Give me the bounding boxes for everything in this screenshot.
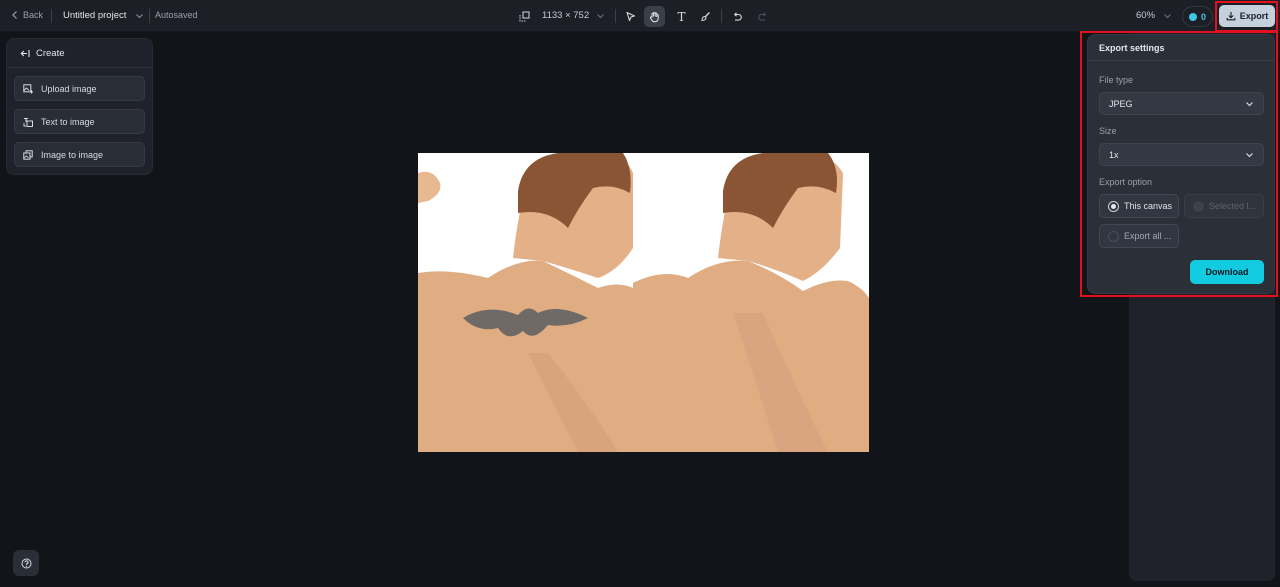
upload-image-label: Upload image xyxy=(41,83,97,94)
image-to-image-button[interactable]: Image to image xyxy=(14,142,145,167)
project-title-dropdown[interactable]: Untitled project xyxy=(63,10,144,21)
radio-unselected-icon xyxy=(1108,230,1119,242)
export-label: Export xyxy=(1239,11,1269,21)
right-side-panel xyxy=(1129,290,1275,581)
size-select[interactable]: 1x xyxy=(1099,143,1264,166)
text-tool-button[interactable]: T xyxy=(671,6,692,27)
resize-icon xyxy=(519,11,530,22)
image-to-image-label: Image to image xyxy=(41,149,104,160)
download-button[interactable]: Download xyxy=(1190,260,1264,284)
help-button[interactable] xyxy=(13,550,39,576)
create-panel-header[interactable]: Create xyxy=(7,39,152,68)
undo-icon xyxy=(732,11,743,22)
cursor-arrow-icon xyxy=(625,11,636,22)
export-option-label: Export option xyxy=(1099,177,1153,187)
image-to-image-icon xyxy=(23,149,33,160)
upload-image-button[interactable]: Upload image xyxy=(14,76,145,101)
chevron-down-icon xyxy=(596,12,605,20)
file-type-select[interactable]: JPEG xyxy=(1099,92,1264,115)
redo-icon xyxy=(757,11,768,22)
create-panel: Create Upload image Text to image Image … xyxy=(6,38,153,175)
radio-selected-icon xyxy=(1108,200,1119,212)
text-to-image-label: Text to image xyxy=(41,116,95,127)
text-icon: T xyxy=(677,9,686,24)
select-tool-button[interactable] xyxy=(620,6,641,27)
back-button[interactable]: Back xyxy=(11,10,43,20)
back-label: Back xyxy=(23,10,44,20)
undo-button[interactable] xyxy=(727,6,748,27)
option-export-all[interactable]: Export all ... xyxy=(1099,224,1179,248)
chevron-down-icon xyxy=(1245,100,1254,108)
canvas-size-dropdown[interactable]: 1133 × 752 xyxy=(542,10,605,21)
zoom-level: 60% xyxy=(1136,10,1156,21)
canvas-image[interactable] xyxy=(418,153,869,452)
hand-icon xyxy=(649,11,660,23)
help-icon xyxy=(21,558,32,569)
project-title: Untitled project xyxy=(63,10,127,21)
top-bar: Back Untitled project Autosaved 1133 × 7… xyxy=(0,0,1280,32)
export-settings-popover: Export settings File type JPEG Size 1x E… xyxy=(1087,34,1275,294)
credits-badge[interactable]: 0 xyxy=(1182,6,1213,27)
zoom-dropdown[interactable]: 60% xyxy=(1136,10,1172,21)
option-label: This canvas xyxy=(1124,201,1173,211)
credits-count: 0 xyxy=(1200,11,1206,22)
export-settings-title: Export settings xyxy=(1088,35,1274,61)
chevron-left-icon xyxy=(11,10,19,20)
resize-canvas-button[interactable] xyxy=(514,6,535,27)
redo-button[interactable] xyxy=(752,6,773,27)
chevron-down-icon xyxy=(135,12,144,20)
size-label: Size xyxy=(1099,126,1117,136)
before-after-photo xyxy=(418,153,869,452)
upload-image-icon xyxy=(23,83,33,94)
text-to-image-button[interactable]: Text to image xyxy=(14,109,145,134)
brush-icon xyxy=(700,11,711,22)
option-label: Export all ... xyxy=(1124,231,1172,241)
save-status: Autosaved xyxy=(155,10,198,20)
text-to-image-icon xyxy=(23,117,33,127)
export-button[interactable]: Export xyxy=(1219,5,1275,27)
radio-disabled-icon xyxy=(1193,200,1204,212)
size-value: 1x xyxy=(1109,149,1119,160)
file-type-label: File type xyxy=(1099,75,1134,85)
download-icon xyxy=(1226,11,1236,21)
option-label: Selected l... xyxy=(1209,201,1257,211)
file-type-value: JPEG xyxy=(1109,98,1133,109)
autosaved-label: Autosaved xyxy=(155,10,198,20)
option-this-canvas[interactable]: This canvas xyxy=(1099,194,1179,218)
collapse-panel-icon xyxy=(20,49,30,58)
chevron-down-icon xyxy=(1163,12,1172,20)
option-selected-layers[interactable]: Selected l... xyxy=(1184,194,1264,218)
chevron-down-icon xyxy=(1245,151,1254,159)
brush-tool-button[interactable] xyxy=(695,6,716,27)
canvas-size: 1133 × 752 xyxy=(542,10,590,21)
hand-tool-button[interactable] xyxy=(644,6,665,27)
credit-coin-icon xyxy=(1188,12,1197,21)
create-title: Create xyxy=(36,47,65,59)
